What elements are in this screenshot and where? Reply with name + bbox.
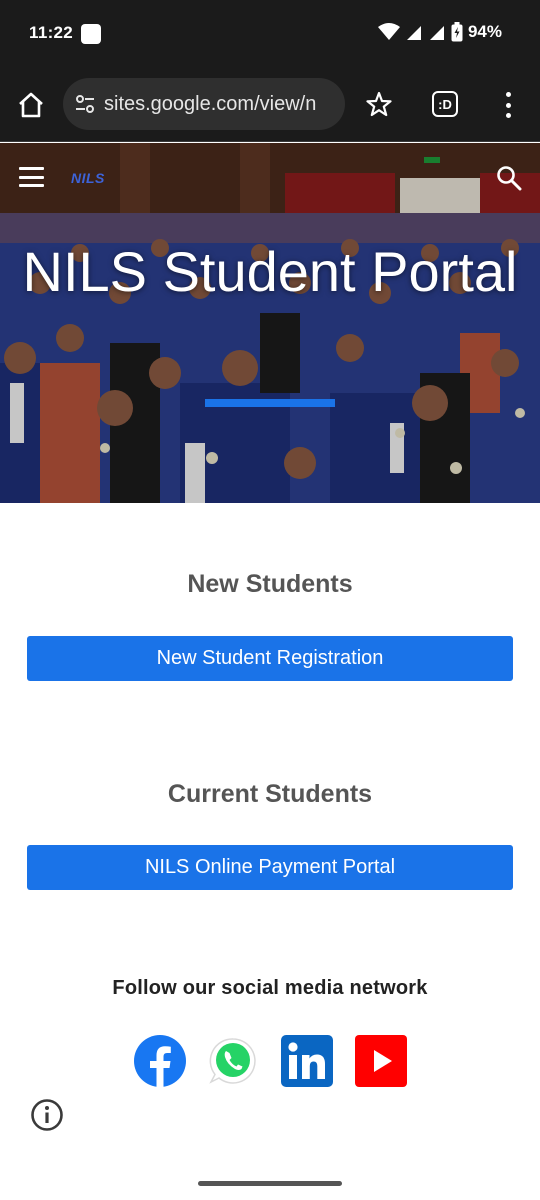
tab-switcher-button[interactable]: :D	[432, 91, 458, 117]
new-students-heading: New Students	[187, 570, 353, 598]
battery-percentage: 94%	[467, 22, 502, 41]
new-student-registration-button[interactable]: New Student Registration	[27, 636, 513, 681]
page-title: NILS Student Portal	[22, 240, 518, 303]
wifi-icon	[377, 23, 400, 40]
status-indicators: 94%	[377, 22, 502, 42]
battery-icon	[451, 22, 463, 42]
hero-banner: NILS NILS Student Portal	[0, 143, 540, 503]
whatsapp-icon[interactable]	[207, 1035, 259, 1087]
browser-toolbar: sites.google.com/view/n :D	[0, 68, 540, 142]
bookmark-star-icon[interactable]	[366, 91, 392, 117]
signal-secondary-icon	[429, 26, 444, 40]
online-payment-portal-button[interactable]: NILS Online Payment Portal	[27, 845, 513, 890]
signal-icon	[406, 26, 421, 40]
gesture-navigation-bar[interactable]	[198, 1181, 342, 1186]
address-bar[interactable]: sites.google.com/view/n	[63, 78, 345, 130]
status-bar: 11:22 94%	[0, 0, 540, 68]
youtube-icon[interactable]	[355, 1035, 407, 1087]
search-icon[interactable]	[496, 165, 522, 191]
notification-app-icon	[81, 24, 101, 44]
site-logo[interactable]: NILS	[71, 170, 105, 186]
facebook-icon[interactable]	[134, 1035, 186, 1087]
hero-overlay	[0, 143, 540, 503]
current-students-heading: Current Students	[167, 780, 373, 808]
social-heading: Follow our social media network	[112, 977, 428, 999]
title-underline	[205, 399, 335, 407]
info-icon[interactable]	[30, 1098, 64, 1132]
overflow-menu-icon[interactable]	[502, 92, 514, 118]
site-settings-icon[interactable]	[74, 93, 96, 115]
url-text: sites.google.com/view/n	[104, 92, 317, 115]
status-time: 11:22	[29, 23, 74, 42]
linkedin-icon[interactable]	[281, 1035, 333, 1087]
home-icon[interactable]	[16, 90, 46, 120]
hamburger-menu-icon[interactable]	[19, 167, 44, 187]
